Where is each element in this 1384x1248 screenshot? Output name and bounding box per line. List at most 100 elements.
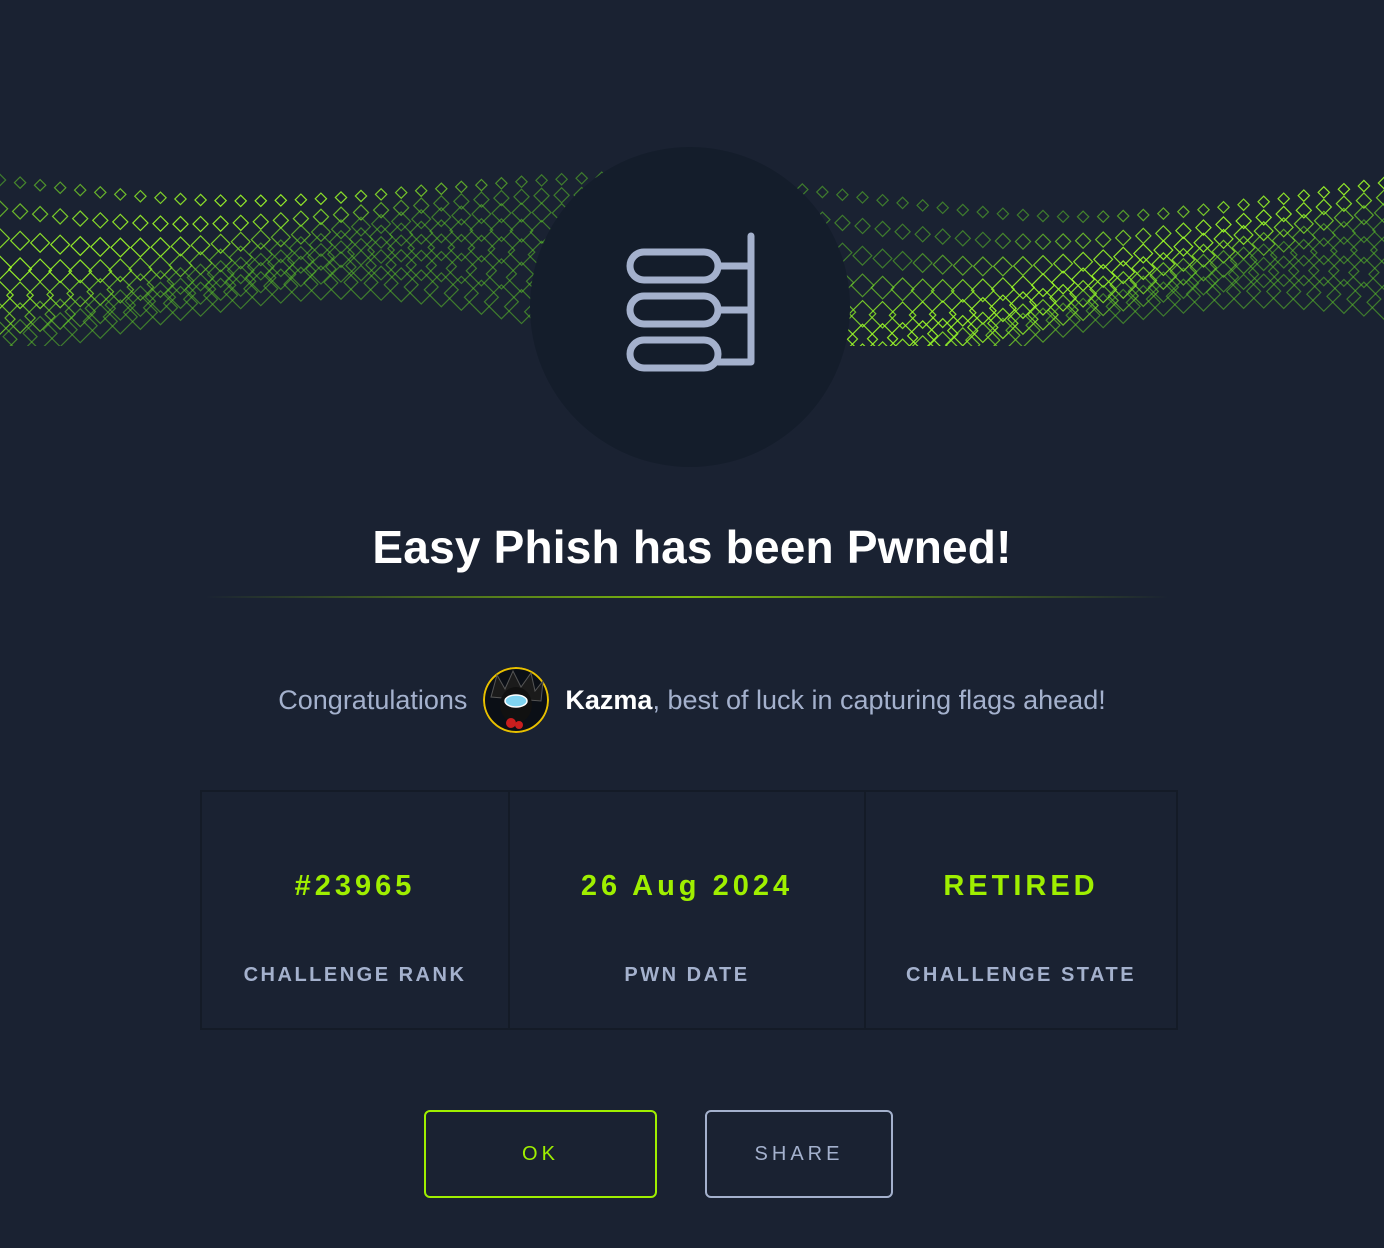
wave-cube bbox=[1034, 233, 1052, 251]
wave-cube bbox=[194, 193, 208, 207]
wave-cube bbox=[182, 281, 219, 318]
wave-cube bbox=[1255, 209, 1273, 226]
wave-cube bbox=[427, 233, 456, 262]
wave-cube bbox=[13, 176, 27, 190]
wave-cube bbox=[1193, 232, 1214, 253]
wave-cube bbox=[434, 182, 448, 196]
wave-cube bbox=[294, 193, 308, 207]
wave-cube bbox=[1028, 287, 1058, 316]
congrats-message: Congratulations Kazma , best of luck in … bbox=[0, 662, 1384, 738]
wave-cube bbox=[514, 175, 529, 189]
wave-cube bbox=[26, 281, 55, 310]
wave-cube bbox=[172, 215, 189, 233]
pwned-modal: Easy Phish has been Pwned! Congratulatio… bbox=[0, 0, 1384, 1248]
wave-cube bbox=[394, 186, 408, 200]
wave-cube bbox=[70, 235, 91, 257]
wave-cube bbox=[1010, 275, 1036, 300]
wave-cube bbox=[1277, 192, 1291, 206]
challenge-badge bbox=[530, 147, 850, 467]
wave-cube bbox=[996, 207, 1010, 221]
wave-cube bbox=[27, 258, 53, 283]
wave-cube bbox=[1030, 273, 1056, 298]
wave-cube bbox=[872, 248, 893, 269]
wave-cube bbox=[910, 278, 935, 303]
wave-cube bbox=[465, 254, 498, 287]
wave-cube bbox=[1295, 201, 1313, 219]
wave-cube bbox=[976, 205, 990, 219]
wave-cube bbox=[896, 196, 910, 210]
wave-cube bbox=[870, 275, 895, 300]
wave-cube bbox=[173, 192, 188, 206]
wave-cube bbox=[153, 191, 168, 205]
wave-cube bbox=[1307, 254, 1340, 287]
wave-cube bbox=[835, 188, 849, 202]
wave-cube bbox=[128, 256, 153, 282]
wave-cube bbox=[994, 232, 1012, 250]
wave-cube bbox=[31, 205, 49, 223]
wave-cube bbox=[111, 213, 129, 231]
wave-cube bbox=[1377, 176, 1384, 190]
wave-cube bbox=[992, 256, 1014, 277]
wave-cube bbox=[212, 215, 230, 233]
wave-cube bbox=[952, 255, 974, 276]
wave-cube bbox=[888, 301, 917, 330]
wave-cube bbox=[1351, 219, 1377, 244]
wave-cube bbox=[51, 207, 69, 225]
wave-cube bbox=[815, 185, 829, 199]
wave-cube bbox=[168, 253, 193, 278]
wave-cube bbox=[1036, 209, 1050, 223]
wave-cube bbox=[1287, 254, 1320, 287]
wave-cube bbox=[407, 233, 436, 262]
wave-cube bbox=[113, 187, 127, 201]
wave-cube bbox=[1014, 233, 1032, 250]
wave-cube bbox=[1196, 203, 1211, 217]
wave-cube bbox=[11, 203, 29, 220]
stat-label: CHALLENGE STATE bbox=[905, 964, 1137, 986]
wave-cube bbox=[91, 211, 109, 229]
wave-cube bbox=[930, 278, 955, 304]
wave-cube bbox=[974, 231, 992, 249]
wave-cube bbox=[93, 185, 107, 199]
wave-cube bbox=[854, 217, 871, 235]
wave-cube bbox=[33, 178, 47, 192]
wave-cube bbox=[445, 252, 478, 285]
wave-cube bbox=[1076, 210, 1090, 224]
wave-cube bbox=[0, 228, 11, 249]
wave-cube bbox=[409, 220, 434, 245]
wave-cube bbox=[1297, 189, 1311, 203]
wave-cube bbox=[513, 188, 530, 206]
wave-cube bbox=[916, 198, 930, 212]
wave-cube bbox=[9, 230, 31, 251]
wave-cube bbox=[1187, 263, 1220, 296]
wave-cube bbox=[1132, 243, 1154, 264]
wave-cube bbox=[1174, 222, 1192, 240]
wave-cube bbox=[483, 283, 520, 320]
wave-cube bbox=[148, 255, 173, 280]
wave-cube bbox=[44, 298, 77, 331]
wave-cube bbox=[0, 200, 9, 218]
wave-cube bbox=[133, 189, 147, 203]
wave-cube bbox=[0, 173, 7, 187]
wave-cube bbox=[62, 307, 99, 344]
wave-cube bbox=[1052, 253, 1074, 274]
wave-cube bbox=[46, 280, 75, 309]
wave-cube bbox=[334, 190, 348, 205]
wave-cube bbox=[1309, 237, 1338, 266]
wave-cube bbox=[1191, 243, 1216, 268]
share-button[interactable]: SHARE bbox=[705, 1110, 893, 1198]
wave-cube bbox=[852, 245, 873, 266]
wave-cube bbox=[1327, 255, 1360, 288]
wave-cube bbox=[855, 190, 870, 204]
wave-cube bbox=[1054, 233, 1072, 250]
stat-pwn-date: 26 Aug 2024 PWN DATE bbox=[510, 792, 866, 1028]
ok-button[interactable]: OK bbox=[424, 1110, 657, 1198]
wave-cube bbox=[1096, 210, 1110, 224]
wave-cube bbox=[1116, 209, 1130, 223]
wave-cube bbox=[954, 229, 972, 247]
wave-cube bbox=[924, 331, 961, 346]
wave-cube bbox=[343, 264, 379, 301]
wave-cube bbox=[110, 237, 131, 258]
wave-cube bbox=[1347, 256, 1380, 289]
wave-cube bbox=[1156, 207, 1170, 221]
wave-cube bbox=[990, 276, 1016, 302]
